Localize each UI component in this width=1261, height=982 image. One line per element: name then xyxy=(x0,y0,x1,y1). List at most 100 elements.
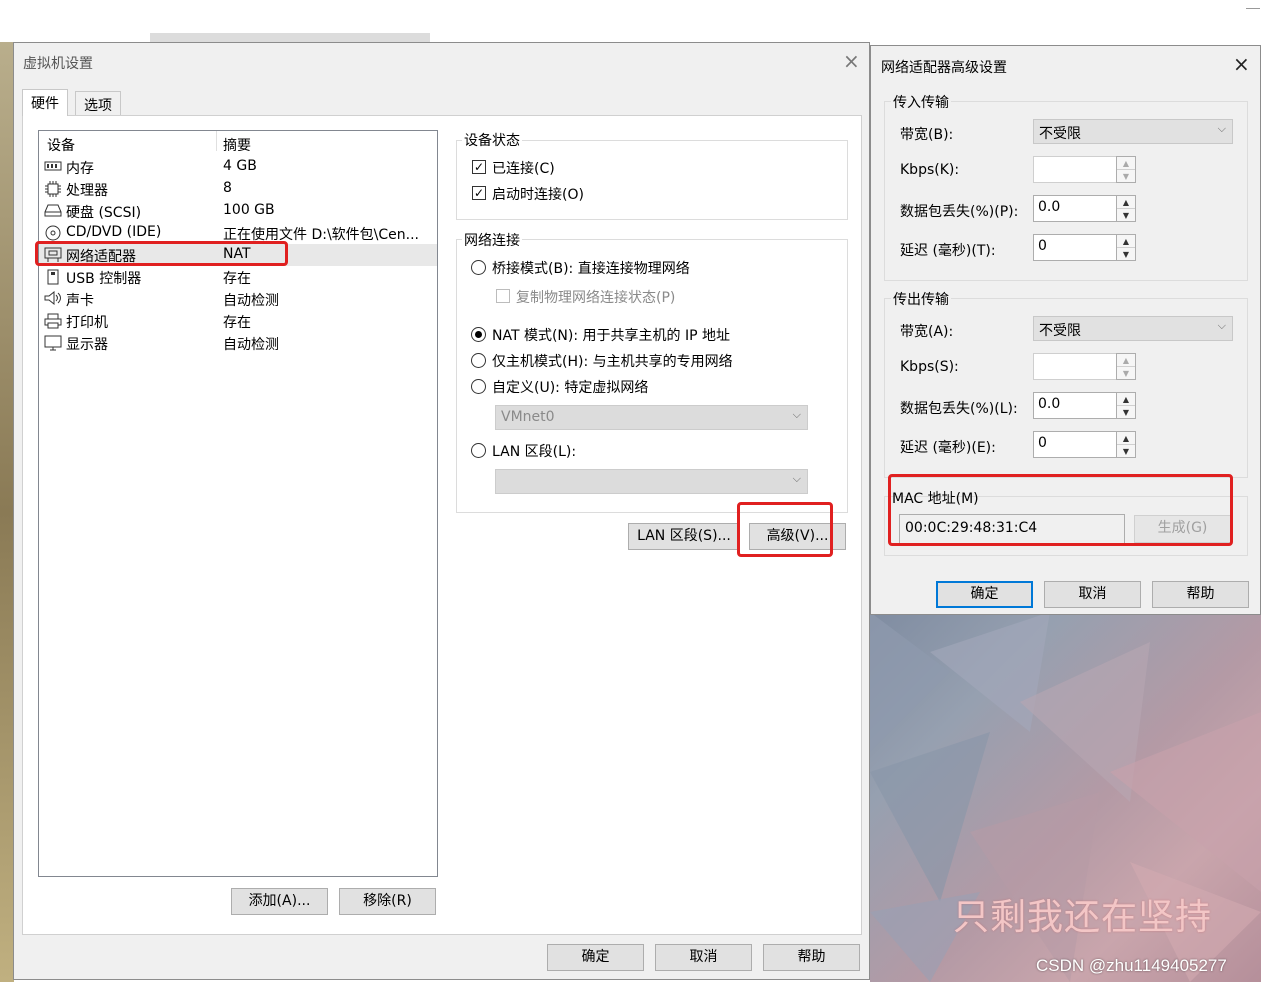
device-row-sound-card[interactable]: 声卡 自动检测 xyxy=(39,288,437,310)
spin-down-icon[interactable]: ▼ xyxy=(1117,445,1135,458)
device-name: CD/DVD (IDE) xyxy=(66,224,162,240)
device-status-title: 设备状态 xyxy=(462,130,522,150)
device-row-display[interactable]: 显示器 自动检测 xyxy=(39,332,437,354)
device-row-hard-disk[interactable]: 硬盘 (SCSI) 100 GB xyxy=(39,200,437,222)
connected-checkbox[interactable]: ✓ xyxy=(472,160,486,174)
outgoing-latency-label: 延迟 (毫秒)(E): xyxy=(900,440,996,456)
close-icon[interactable]: × xyxy=(843,49,860,73)
device-name: 声卡 xyxy=(66,293,94,309)
wallpaper-text: 只剩我还在坚持 xyxy=(953,897,1213,938)
spin-up-icon[interactable]: ▲ xyxy=(1117,235,1135,248)
device-row-processor[interactable]: 处理器 8 xyxy=(39,178,437,200)
lan-segments-button[interactable]: LAN 区段(S)... xyxy=(628,523,740,550)
bridged-label[interactable]: 桥接模式(B): 直接连接物理网络 xyxy=(492,258,690,278)
chevron-down-icon: ⌵ xyxy=(1217,319,1226,332)
device-summary: 自动检测 xyxy=(223,293,279,309)
incoming-packet-loss-spinner[interactable]: ▲ ▼ xyxy=(1116,195,1136,222)
close-icon[interactable]: × xyxy=(1233,52,1250,76)
device-summary: 存在 xyxy=(223,271,251,287)
advanced-help-button[interactable]: 帮助 xyxy=(1152,581,1249,608)
spin-down-icon[interactable]: ▼ xyxy=(1117,367,1135,380)
incoming-kbps-input[interactable] xyxy=(1033,156,1117,183)
custom-label[interactable]: 自定义(U): 特定虚拟网络 xyxy=(492,377,648,397)
incoming-latency-label: 延迟 (毫秒)(T): xyxy=(900,243,996,259)
processor-icon xyxy=(44,181,62,197)
chevron-down-icon: ⌵ xyxy=(792,408,801,421)
spin-up-icon[interactable]: ▲ xyxy=(1117,393,1135,406)
incoming-latency-spinner[interactable]: ▲ ▼ xyxy=(1116,234,1136,261)
outgoing-latency-spinner[interactable]: ▲ ▼ xyxy=(1116,431,1136,458)
remove-device-button[interactable]: 移除(R) xyxy=(339,888,436,915)
bridged-radio[interactable] xyxy=(471,260,486,275)
device-name: 处理器 xyxy=(66,183,108,199)
host-only-radio[interactable] xyxy=(471,353,486,368)
device-summary: 100 GB xyxy=(223,202,275,218)
cd-dvd-icon xyxy=(44,225,62,241)
advanced-ok-button[interactable]: 确定 xyxy=(936,581,1033,608)
help-button[interactable]: 帮助 xyxy=(763,944,860,971)
device-row-printer[interactable]: 打印机 存在 xyxy=(39,310,437,332)
spin-down-icon[interactable]: ▼ xyxy=(1117,248,1135,261)
spin-down-icon[interactable]: ▼ xyxy=(1117,209,1135,222)
incoming-packet-loss-value: 0.0 xyxy=(1038,199,1061,215)
outgoing-title: 传出传输 xyxy=(891,289,951,309)
spin-down-icon[interactable]: ▼ xyxy=(1117,170,1135,183)
highlight-mac-address xyxy=(888,474,1233,546)
incoming-latency-value: 0 xyxy=(1038,238,1047,254)
incoming-kbps-spinner[interactable]: ▲ ▼ xyxy=(1116,156,1136,183)
connect-at-power-on-label[interactable]: 启动时连接(O) xyxy=(492,184,584,204)
outgoing-packet-loss-spinner[interactable]: ▲ ▼ xyxy=(1116,392,1136,419)
outgoing-packet-loss-input[interactable]: 0.0 xyxy=(1033,392,1117,419)
display-icon xyxy=(44,335,62,351)
device-row-memory[interactable]: 内存 4 GB xyxy=(39,156,437,178)
column-divider[interactable] xyxy=(216,131,217,151)
lan-segment-select[interactable]: ⌵ xyxy=(495,469,808,494)
custom-network-select[interactable]: VMnet0 ⌵ xyxy=(495,405,808,430)
host-only-label[interactable]: 仅主机模式(H): 与主机共享的专用网络 xyxy=(492,351,733,371)
replicate-state-checkbox[interactable] xyxy=(496,289,510,303)
device-summary: 存在 xyxy=(223,315,251,331)
incoming-packet-loss-label: 数据包丢失(%)(P): xyxy=(900,204,1019,220)
custom-radio[interactable] xyxy=(471,379,486,394)
outgoing-kbps-spinner[interactable]: ▲ ▼ xyxy=(1116,353,1136,380)
spin-up-icon[interactable]: ▲ xyxy=(1117,432,1135,445)
memory-icon xyxy=(44,159,62,175)
tab-options[interactable]: 选项 xyxy=(75,91,121,116)
column-header-summary[interactable]: 摘要 xyxy=(223,135,251,155)
add-device-button[interactable]: 添加(A)... xyxy=(231,888,328,915)
advanced-settings-dialog: 网络适配器高级设置 × 传入传输 带宽(B): 不受限 ⌵ Kbps(K): ▲… xyxy=(870,45,1261,615)
nat-radio[interactable] xyxy=(471,327,486,342)
highlight-network-adapter xyxy=(35,241,288,266)
incoming-latency-input[interactable]: 0 xyxy=(1033,234,1117,261)
outgoing-bandwidth-select[interactable]: 不受限 ⌵ xyxy=(1033,316,1233,341)
device-summary: 自动检测 xyxy=(223,337,279,353)
ok-button[interactable]: 确定 xyxy=(547,944,644,971)
cancel-button[interactable]: 取消 xyxy=(655,944,752,971)
spin-up-icon[interactable]: ▲ xyxy=(1117,354,1135,367)
device-name: 硬盘 (SCSI) xyxy=(66,205,142,221)
incoming-packet-loss-input[interactable]: 0.0 xyxy=(1033,195,1117,222)
connected-label[interactable]: 已连接(C) xyxy=(492,158,555,178)
device-name: USB 控制器 xyxy=(66,271,142,287)
incoming-title: 传入传输 xyxy=(891,92,951,112)
lan-segment-radio[interactable] xyxy=(471,443,486,458)
spin-up-icon[interactable]: ▲ xyxy=(1117,157,1135,170)
advanced-cancel-button[interactable]: 取消 xyxy=(1044,581,1141,608)
replicate-state-label[interactable]: 复制物理网络连接状态(P) xyxy=(516,287,675,307)
incoming-bandwidth-label: 带宽(B): xyxy=(900,127,954,143)
advanced-dialog-title: 网络适配器高级设置 xyxy=(881,60,1007,76)
lan-segment-label[interactable]: LAN 区段(L): xyxy=(492,441,576,461)
outgoing-kbps-input[interactable] xyxy=(1033,353,1117,380)
outgoing-packet-loss-value: 0.0 xyxy=(1038,396,1061,412)
device-summary: 4 GB xyxy=(223,158,257,174)
device-row-usb[interactable]: USB 控制器 存在 xyxy=(39,266,437,288)
column-header-device[interactable]: 设备 xyxy=(47,135,75,155)
spin-up-icon[interactable]: ▲ xyxy=(1117,196,1135,209)
sound-card-icon xyxy=(44,290,62,307)
outgoing-latency-input[interactable]: 0 xyxy=(1033,431,1117,458)
incoming-bandwidth-select[interactable]: 不受限 ⌵ xyxy=(1033,119,1233,144)
spin-down-icon[interactable]: ▼ xyxy=(1117,406,1135,419)
tab-hardware[interactable]: 硬件 xyxy=(22,89,68,116)
connect-at-power-on-checkbox[interactable]: ✓ xyxy=(472,186,486,200)
nat-label[interactable]: NAT 模式(N): 用于共享主机的 IP 地址 xyxy=(492,325,730,345)
